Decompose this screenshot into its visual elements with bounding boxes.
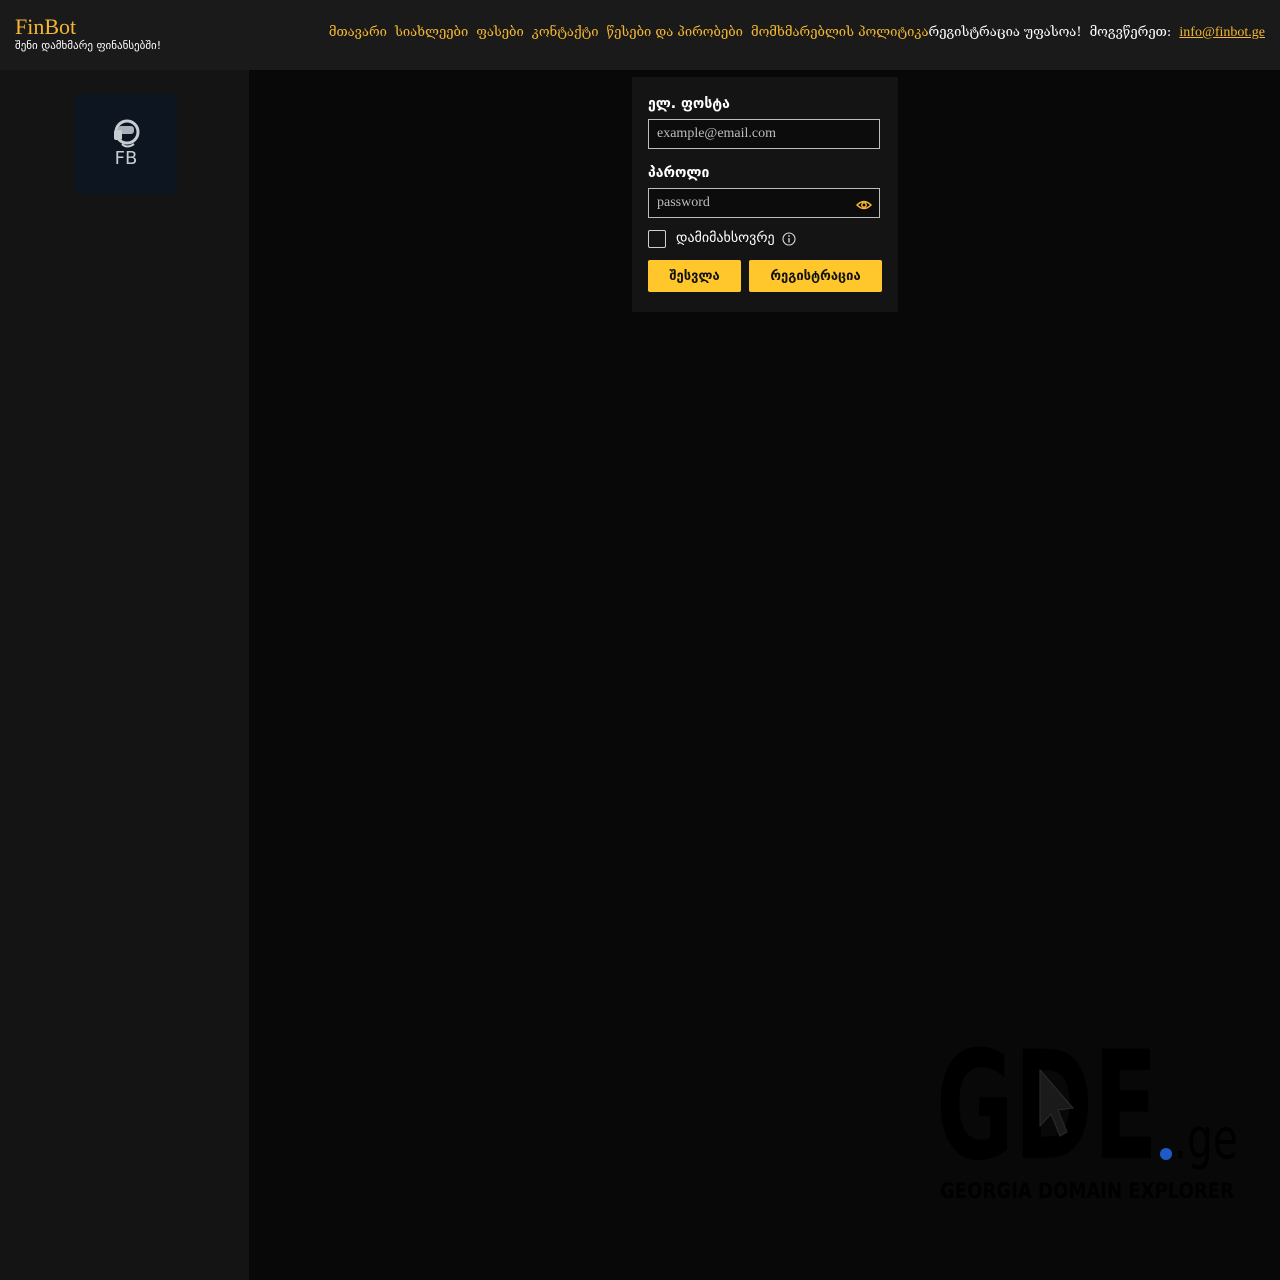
login-form: ელ. ფოსტა პაროლი დამიმახსოვრე შესვლა რეგ… [632, 77, 898, 312]
svg-text:GEORGIA DOMAIN EXPLORER: GEORGIA DOMAIN EXPLORER [940, 1179, 1234, 1203]
register-button[interactable]: რეგისტრაცია [749, 260, 882, 292]
nav-user-policy[interactable]: მომხმარებლის პოლიტიკა [751, 25, 929, 40]
nav-home[interactable]: მთავარი [329, 25, 387, 40]
svg-text:FB: FB [115, 148, 138, 169]
site-header: FinBot შენი დამხმარე ფინანსებში! მთავარი… [0, 0, 1280, 70]
sidebar: FB [0, 70, 249, 1280]
nav-pricing[interactable]: ფასები [476, 25, 524, 40]
finbot-logo[interactable]: FB [75, 94, 177, 194]
nav-contact[interactable]: კონტაქტი [532, 25, 599, 40]
gde-watermark-logo: GDE .ge GEORGIA DOMAIN EXPLORER [936, 1030, 1238, 1203]
info-icon[interactable] [782, 232, 796, 246]
password-label: პაროლი [648, 165, 710, 181]
brand-tagline: შენი დამხმარე ფინანსებში! [15, 39, 162, 52]
remember-me-checkbox[interactable] [648, 230, 666, 248]
robot-logo-icon: FB [114, 119, 140, 169]
email-field[interactable] [648, 119, 880, 149]
svg-text:.ge: .ge [1174, 1107, 1238, 1172]
eye-icon[interactable] [856, 199, 872, 211]
dot-icon [1160, 1148, 1172, 1160]
main-nav: მთავარი სიახლეები ფასები კონტაქტი წესები… [329, 25, 1265, 41]
email-label: ელ. ფოსტა [648, 96, 730, 112]
login-button[interactable]: შესვლა [648, 260, 741, 292]
nav-news[interactable]: სიახლეები [395, 25, 468, 40]
free-registration-text: რეგისტრაცია უფასოა! [928, 25, 1082, 40]
contact-email-link[interactable]: info@finbot.ge [1179, 25, 1265, 40]
contact-label: მოგვწერეთ: [1089, 25, 1172, 40]
brand-name[interactable]: FinBot [15, 14, 76, 40]
remember-me-label[interactable]: დამიმახსოვრე [676, 230, 775, 246]
contact-info: მოგვწერეთ: info@finbot.ge [1090, 25, 1265, 41]
nav-terms[interactable]: წესები და პირობები [607, 25, 743, 40]
password-field[interactable] [648, 188, 880, 218]
